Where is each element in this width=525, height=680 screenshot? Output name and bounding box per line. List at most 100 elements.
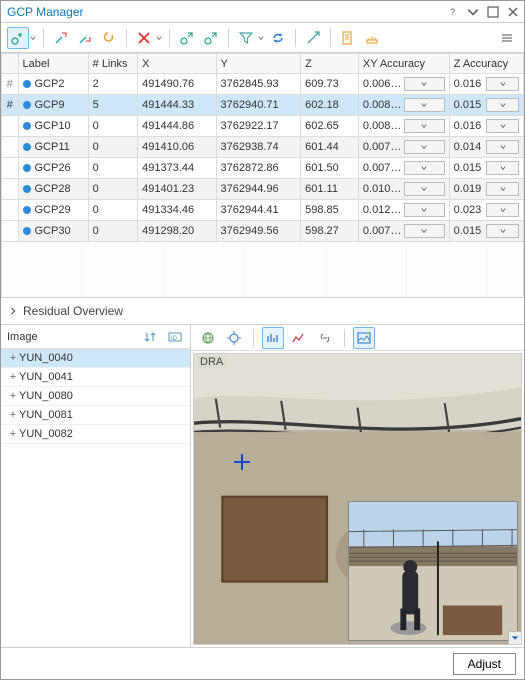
table-row[interactable]: GCP290491334.463762944.41598.850.0128062…	[2, 200, 524, 221]
cell-xy-accuracy[interactable]: 0.00640312	[358, 74, 449, 95]
dropdown-icon[interactable]	[404, 182, 445, 196]
dropdown-icon[interactable]	[404, 77, 445, 91]
cell-z-accuracy[interactable]: 0.023	[449, 200, 523, 221]
row-marker	[2, 179, 19, 200]
table-row[interactable]: GCP300491298.203762949.56598.270.0078102…	[2, 221, 524, 242]
cell-z-accuracy[interactable]: 0.015	[449, 95, 523, 116]
image-list-item[interactable]: +YUN_0041	[1, 368, 190, 387]
residual-overview-header[interactable]: Residual Overview	[1, 297, 524, 324]
image-list-item[interactable]: +YUN_0040	[1, 349, 190, 368]
panel-menu-button[interactable]	[496, 27, 518, 49]
table-row[interactable]: #GCP95491444.333762940.71602.180.0086023…	[2, 95, 524, 116]
dropdown-icon[interactable]	[486, 119, 519, 133]
dropdown-icon[interactable]	[486, 77, 519, 91]
cell-x: 491490.76	[138, 74, 216, 95]
measure-button[interactable]	[302, 27, 324, 49]
links-out-button[interactable]	[74, 27, 96, 49]
image-list-item[interactable]: +YUN_0080	[1, 387, 190, 406]
col-z-acc[interactable]: Z Accuracy	[449, 54, 523, 74]
cell-xy-accuracy[interactable]: 0.00781025	[358, 137, 449, 158]
col-x[interactable]: X	[138, 54, 216, 74]
target-button[interactable]	[223, 327, 245, 349]
dropdown-icon[interactable]	[486, 161, 519, 175]
sort-icon[interactable]	[142, 328, 160, 346]
help-icon[interactable]: ?	[446, 5, 460, 19]
table-row[interactable]: GCP100491444.863762922.17602.650.0086023…	[2, 116, 524, 137]
table-row[interactable]: GCP260491373.443762872.86601.500.0078102…	[2, 158, 524, 179]
undo-button[interactable]	[98, 27, 120, 49]
gcp-dot-icon	[23, 80, 31, 88]
dropdown-icon[interactable]	[466, 5, 480, 19]
viewer-canvas[interactable]: DRA	[193, 353, 522, 645]
adjust-button[interactable]: Adjust	[453, 653, 516, 675]
cell-z-accuracy[interactable]: 0.016	[449, 116, 523, 137]
col-xy-acc[interactable]: XY Accuracy	[358, 54, 449, 74]
cell-xy-accuracy[interactable]: 0.00860232	[358, 116, 449, 137]
cell-z-accuracy[interactable]: 0.015	[449, 158, 523, 179]
gcp-dot-icon	[23, 122, 31, 130]
table-row[interactable]: #GCP22491490.763762845.93609.730.0064031…	[2, 74, 524, 95]
dropdown-icon[interactable]	[404, 203, 445, 217]
delete-button[interactable]	[133, 27, 155, 49]
row-marker	[2, 200, 19, 221]
cell-xy-accuracy[interactable]: 0.00860232	[358, 95, 449, 116]
image-list-item[interactable]: +YUN_0082	[1, 425, 190, 444]
id-icon[interactable]: ID	[166, 328, 184, 346]
col-links[interactable]: # Links	[88, 54, 138, 74]
dropdown-icon[interactable]	[404, 224, 445, 238]
cell-xy-accuracy[interactable]: 0.01280624	[358, 200, 449, 221]
dropdown-icon[interactable]	[486, 224, 519, 238]
gcp-dot-icon	[23, 143, 31, 151]
maximize-icon[interactable]	[486, 5, 500, 19]
import-button[interactable]	[176, 27, 198, 49]
cell-xy-accuracy[interactable]: 0.01063014	[358, 179, 449, 200]
scroll-down-button[interactable]	[508, 631, 522, 645]
delete-dropdown[interactable]	[155, 27, 163, 49]
cell-z-accuracy[interactable]: 0.019	[449, 179, 523, 200]
refresh-button[interactable]	[267, 27, 289, 49]
dropdown-icon[interactable]	[486, 98, 519, 112]
cell-xy-accuracy[interactable]: 0.00781025	[358, 158, 449, 179]
image-list-item[interactable]: +YUN_0081	[1, 406, 190, 425]
links-in-button[interactable]	[50, 27, 72, 49]
add-gcp-dropdown[interactable]	[29, 27, 37, 49]
cell-links: 0	[88, 200, 138, 221]
viewer-toolbar	[191, 325, 524, 351]
table-row[interactable]: GCP110491410.063762938.74601.440.0078102…	[2, 137, 524, 158]
cell-z-accuracy[interactable]: 0.014	[449, 137, 523, 158]
settings-button[interactable]	[361, 27, 383, 49]
col-y[interactable]: Y	[216, 54, 301, 74]
export-button[interactable]	[200, 27, 222, 49]
image-button[interactable]	[353, 327, 375, 349]
cell-z-accuracy[interactable]: 0.015	[449, 221, 523, 242]
dropdown-icon[interactable]	[404, 161, 445, 175]
dropdown-icon[interactable]	[404, 119, 445, 133]
report-button[interactable]	[337, 27, 359, 49]
dropdown-icon[interactable]	[486, 182, 519, 196]
link-button[interactable]	[314, 327, 336, 349]
cell-y: 3762872.86	[216, 158, 301, 179]
table-row[interactable]: GCP280491401.233762944.96601.110.0106301…	[2, 179, 524, 200]
dropdown-icon[interactable]	[486, 203, 519, 217]
filter-dropdown[interactable]	[257, 27, 265, 49]
dropdown-icon[interactable]	[486, 140, 519, 154]
window-title: GCP Manager	[7, 5, 440, 19]
globe-button[interactable]	[197, 327, 219, 349]
col-label[interactable]: Label	[18, 54, 88, 74]
dropdown-icon[interactable]	[404, 140, 445, 154]
add-gcp-button[interactable]	[7, 27, 29, 49]
image-name: YUN_0080	[19, 390, 73, 402]
plus-icon: +	[7, 371, 19, 383]
gcp-dot-icon	[23, 227, 31, 235]
chart-button[interactable]	[262, 327, 284, 349]
filter-button[interactable]	[235, 27, 257, 49]
profile-button[interactable]	[288, 327, 310, 349]
image-list-panel: Image ID +YUN_0040+YUN_0041+YUN_0080+YUN…	[1, 325, 191, 647]
reference-photo	[348, 501, 518, 641]
cell-links: 0	[88, 116, 138, 137]
close-icon[interactable]	[506, 5, 520, 19]
cell-xy-accuracy[interactable]: 0.00781025	[358, 221, 449, 242]
col-z[interactable]: Z	[301, 54, 359, 74]
dropdown-icon[interactable]	[404, 98, 445, 112]
cell-z-accuracy[interactable]: 0.016	[449, 74, 523, 95]
